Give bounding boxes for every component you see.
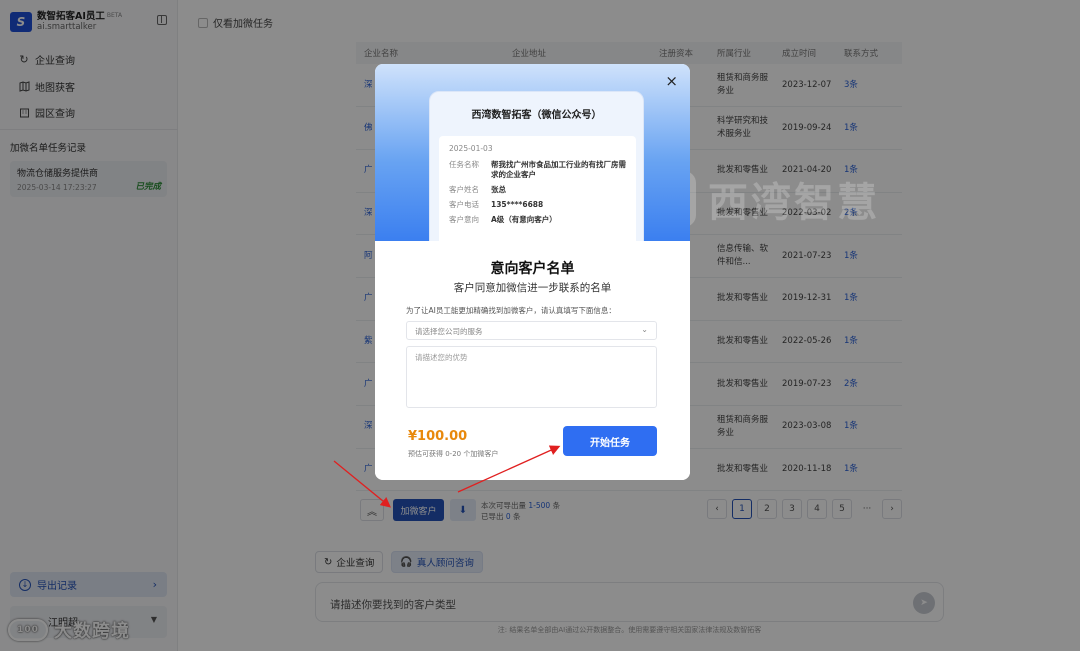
annotation-arrow [457,445,561,493]
annotation-arrow [333,460,392,508]
annotation-arrows [333,445,561,508]
